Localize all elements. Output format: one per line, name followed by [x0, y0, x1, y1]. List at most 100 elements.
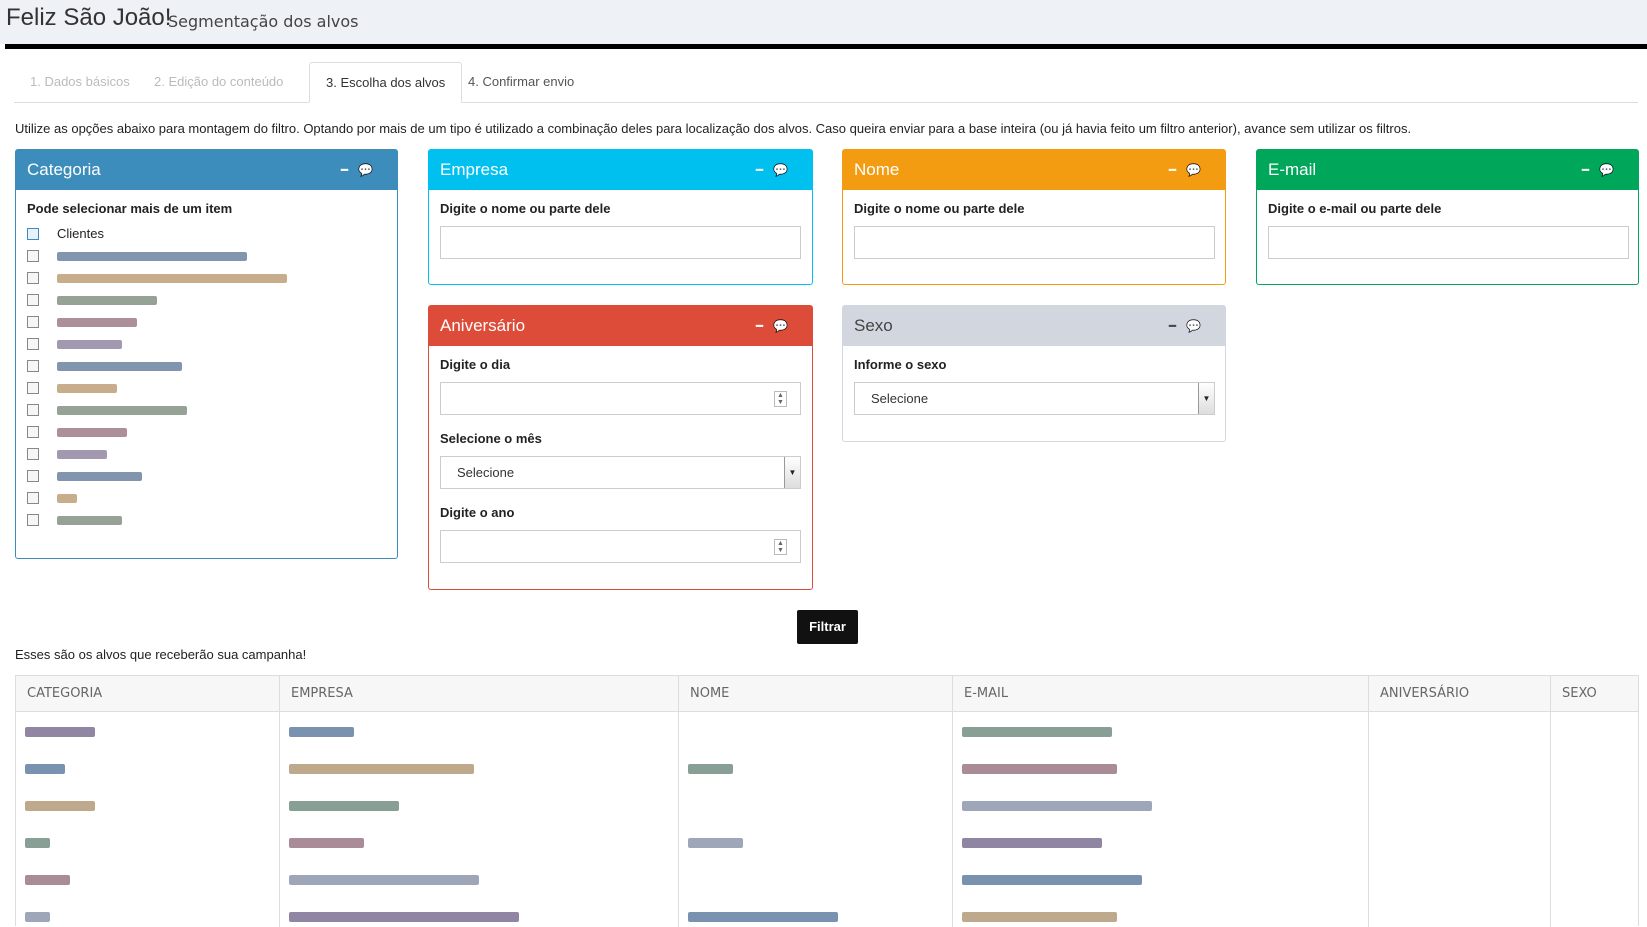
th-aniversario[interactable]: ANIVERSÁRIO	[1369, 676, 1469, 712]
redacted-cell	[25, 875, 70, 885]
th-empresa[interactable]: EMPRESA	[280, 676, 353, 712]
categoria-checkbox[interactable]	[27, 338, 39, 350]
aniversario-title: Aniversário	[440, 316, 526, 335]
header-divider	[5, 44, 1647, 49]
redacted-cell	[289, 875, 479, 885]
sexo-box: Sexo ━💬 Informe o sexo Selecione ▼	[842, 305, 1226, 442]
redacted-option-label	[57, 318, 137, 327]
categoria-title: Categoria	[27, 160, 101, 179]
comments-icon[interactable]: 💬	[1599, 163, 1624, 177]
email-input[interactable]	[1268, 226, 1629, 259]
categoria-checkbox[interactable]	[27, 272, 39, 284]
categoria-checkbox[interactable]	[27, 382, 39, 394]
redacted-cell	[289, 912, 519, 922]
redacted-option-label	[57, 428, 127, 437]
sexo-select[interactable]: Selecione ▼	[854, 382, 1215, 415]
redacted-cell	[25, 764, 65, 774]
column-divider	[952, 676, 953, 927]
redacted-cell	[25, 727, 95, 737]
redacted-cell	[688, 764, 733, 774]
redacted-cell	[25, 801, 95, 811]
results-table: CATEGORIA EMPRESA NOME E-MAIL ANIVERSÁRI…	[15, 675, 1639, 927]
mes-select-value: Selecione	[457, 465, 515, 480]
empresa-title: Empresa	[440, 160, 509, 179]
redacted-cell	[289, 801, 399, 811]
dia-input[interactable]: ▲ ▼	[440, 382, 801, 415]
th-sexo[interactable]: SEXO	[1551, 676, 1597, 712]
empresa-input[interactable]	[440, 226, 801, 259]
categoria-header: Categoria ━💬	[16, 150, 397, 190]
categoria-checkbox[interactable]	[27, 294, 39, 306]
th-email[interactable]: E-MAIL	[953, 676, 1008, 712]
empresa-box: Empresa ━💬 Digite o nome ou parte dele	[428, 149, 813, 285]
categoria-checkbox[interactable]	[27, 360, 39, 372]
dia-label: Digite o dia	[440, 357, 511, 372]
categoria-checkbox[interactable]	[27, 426, 39, 438]
email-header: E-mail ━💬	[1257, 150, 1638, 190]
chevron-down-icon[interactable]: ▼	[784, 457, 800, 488]
ano-stepper[interactable]: ▲ ▼	[774, 539, 787, 555]
table-header-row: CATEGORIA EMPRESA NOME E-MAIL ANIVERSÁRI…	[16, 676, 1638, 712]
redacted-cell	[962, 764, 1117, 774]
categoria-checkbox[interactable]	[27, 448, 39, 460]
comments-icon[interactable]: 💬	[358, 163, 383, 177]
categoria-checkbox[interactable]	[27, 404, 39, 416]
redacted-option-label	[57, 450, 107, 459]
mes-select[interactable]: Selecione ▼	[440, 456, 801, 489]
page-subtitle: Segmentação dos alvos	[168, 12, 359, 31]
categoria-checkbox[interactable]	[27, 316, 39, 328]
categoria-checkbox[interactable]	[27, 228, 39, 240]
tab-escolha-alvos[interactable]: 3. Escolha dos alvos	[309, 62, 463, 103]
redacted-option-label	[57, 516, 122, 525]
categoria-checkbox[interactable]	[27, 514, 39, 526]
top-header: Feliz São João! Segmentação dos alvos	[0, 0, 1647, 44]
minus-icon[interactable]: ━	[1582, 163, 1599, 177]
aniversario-box: Aniversário ━💬 Digite o dia ▲ ▼ Selecione…	[428, 305, 813, 590]
chevron-down-icon[interactable]: ▼	[1198, 383, 1214, 414]
tab-confirmar-envio[interactable]: 4. Confirmar envio	[452, 62, 590, 103]
redacted-cell	[962, 727, 1112, 737]
column-divider	[279, 676, 280, 927]
comments-icon[interactable]: 💬	[1186, 319, 1211, 333]
email-box: E-mail ━💬 Digite o e-mail ou parte dele	[1256, 149, 1639, 285]
redacted-option-label	[57, 472, 142, 481]
column-divider	[678, 676, 679, 927]
redacted-cell	[962, 838, 1102, 848]
email-label: Digite o e-mail ou parte dele	[1268, 201, 1442, 216]
redacted-option-label	[57, 494, 77, 503]
sexo-label: Informe o sexo	[854, 357, 947, 372]
ano-input[interactable]: ▲ ▼	[440, 530, 801, 563]
dia-stepper[interactable]: ▲ ▼	[774, 391, 787, 407]
redacted-option-label	[57, 252, 247, 261]
categoria-checkbox[interactable]	[27, 492, 39, 504]
categoria-box: Categoria ━💬 Pode selecionar mais de um …	[15, 149, 398, 559]
categoria-checkbox[interactable]	[27, 250, 39, 262]
redacted-option-label	[57, 362, 182, 371]
redacted-cell	[688, 912, 838, 922]
minus-icon[interactable]: ━	[341, 163, 358, 177]
redacted-option-label	[57, 296, 157, 305]
comments-icon[interactable]: 💬	[773, 319, 798, 333]
aniversario-header: Aniversário ━💬	[429, 306, 812, 346]
th-categoria[interactable]: CATEGORIA	[16, 676, 102, 712]
table-caption: Esses são os alvos que receberão sua cam…	[15, 647, 307, 662]
categoria-hint: Pode selecionar mais de um item	[27, 201, 233, 216]
tab-edicao-conteudo[interactable]: 2. Edição do conteúdo	[138, 62, 299, 103]
categoria-checkbox[interactable]	[27, 470, 39, 482]
comments-icon[interactable]: 💬	[1186, 163, 1211, 177]
tab-dados-basicos[interactable]: 1. Dados básicos	[14, 62, 146, 103]
filtrar-button[interactable]: Filtrar	[797, 610, 858, 644]
nome-input[interactable]	[854, 226, 1215, 259]
mes-label: Selecione o mês	[440, 431, 542, 446]
minus-icon[interactable]: ━	[756, 319, 773, 333]
comments-icon[interactable]: 💬	[773, 163, 798, 177]
minus-icon[interactable]: ━	[1169, 319, 1186, 333]
column-divider	[1368, 676, 1369, 927]
th-nome[interactable]: NOME	[679, 676, 729, 712]
minus-icon[interactable]: ━	[1169, 163, 1186, 177]
nome-box: Nome ━💬 Digite o nome ou parte dele	[842, 149, 1226, 285]
redacted-cell	[962, 801, 1152, 811]
minus-icon[interactable]: ━	[756, 163, 773, 177]
redacted-cell	[25, 912, 50, 922]
ano-label: Digite o ano	[440, 505, 515, 520]
